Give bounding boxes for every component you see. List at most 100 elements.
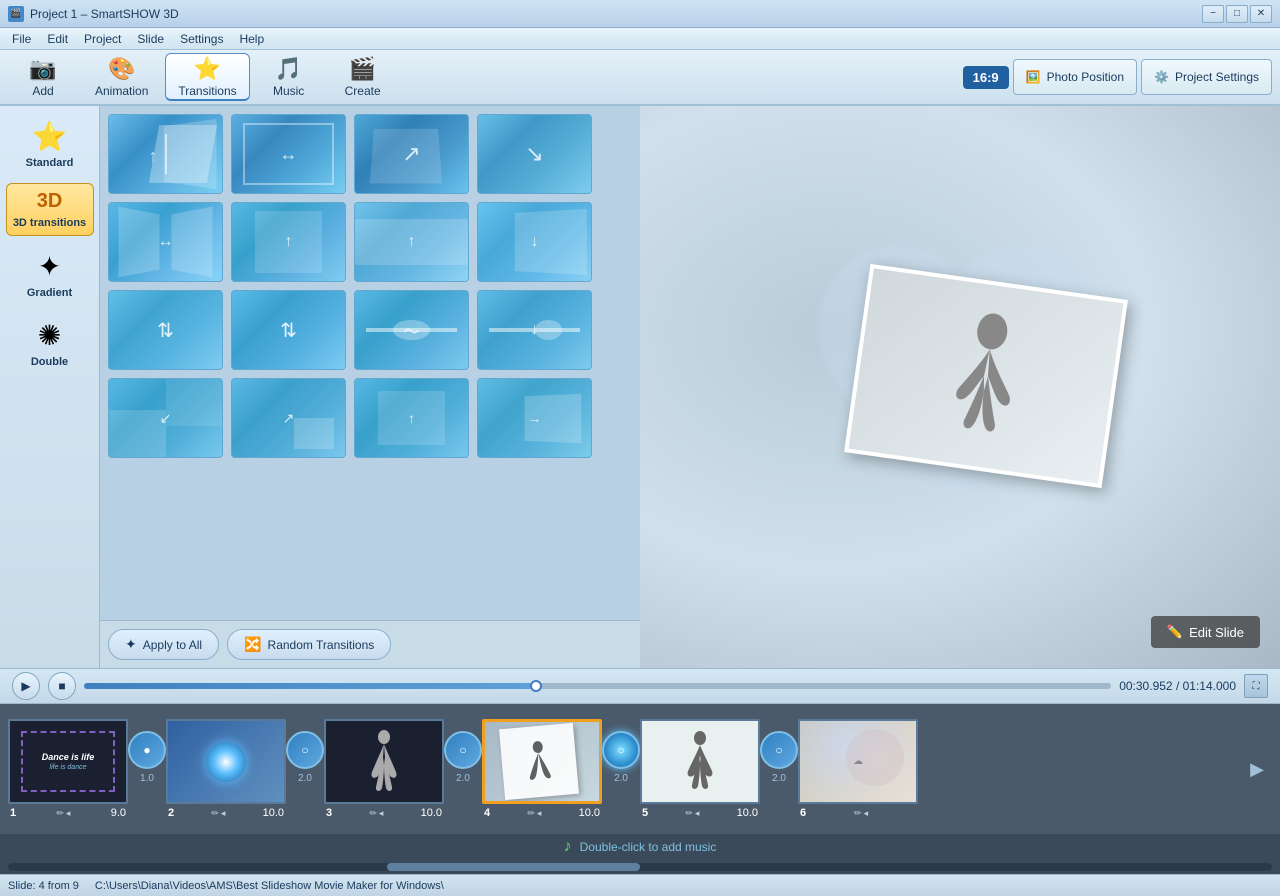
- transitions-icon: ⭐: [194, 56, 221, 82]
- menu-edit[interactable]: Edit: [39, 30, 76, 48]
- transition-thumb-2[interactable]: ↔: [231, 114, 346, 194]
- transition-thumb-12[interactable]: ↓: [477, 290, 592, 370]
- slide-1-icons: ✏ ◂: [56, 808, 70, 819]
- transition-thumb-5[interactable]: ↔: [108, 202, 223, 282]
- transitions-button[interactable]: ⭐ Transitions: [165, 53, 249, 101]
- h-scroll-thumb[interactable]: [387, 863, 640, 871]
- category-standard-label: Standard: [26, 157, 74, 169]
- 3d-icon: 3D: [37, 190, 63, 213]
- category-3d[interactable]: 3D 3D transitions: [6, 183, 94, 236]
- fullscreen-button[interactable]: ⛶: [1244, 674, 1268, 698]
- slide-2-number: 2: [168, 807, 174, 819]
- apply-icon: ✦: [125, 636, 137, 653]
- transition-thumb-4[interactable]: ↘: [477, 114, 592, 194]
- transition-5-6: ○ 2.0: [760, 745, 798, 794]
- transition-thumb-6[interactable]: ↑: [231, 202, 346, 282]
- transition-5-6-duration: 2.0: [772, 773, 786, 784]
- slide-2-icons: ✏ ◂: [211, 808, 225, 819]
- preview-area: ✏️ Edit Slide: [640, 106, 1280, 668]
- categories-sidebar: ⭐ Standard 3D 3D transitions ✦ Gradient …: [0, 106, 100, 668]
- slide-4-icons: ✏ ◂: [527, 808, 541, 819]
- slide-item-3: 3 ✏ ◂ 10.0: [324, 719, 444, 819]
- transition-chip-5-6[interactable]: ○: [760, 731, 798, 769]
- slide-4-duration: 10.0: [579, 807, 600, 819]
- transition-chip-4-5[interactable]: ○: [602, 731, 640, 769]
- transition-thumb-16[interactable]: →: [477, 378, 592, 458]
- slide-info: Slide: 4 from 9: [8, 880, 79, 892]
- slide-thumb-2[interactable]: [166, 719, 286, 804]
- transition-thumb-3[interactable]: ↗: [354, 114, 469, 194]
- music-bar[interactable]: ♪ Double-click to add music: [0, 834, 1280, 860]
- transition-thumb-11[interactable]: 〜: [354, 290, 469, 370]
- close-button[interactable]: ✕: [1250, 5, 1272, 23]
- slide-5-info: 5 ✏ ◂ 10.0: [640, 807, 760, 819]
- arrow-icon-2: ◂: [221, 808, 226, 819]
- transition-thumb-14[interactable]: ↗: [231, 378, 346, 458]
- play-button[interactable]: ▶: [12, 672, 40, 700]
- transition-thumb-9[interactable]: ⇅: [108, 290, 223, 370]
- menu-project[interactable]: Project: [76, 30, 129, 48]
- add-button[interactable]: 📷 Add: [8, 53, 78, 101]
- transition-chip-3-4[interactable]: ○: [444, 731, 482, 769]
- statusbar: Slide: 4 from 9 C:\Users\Diana\Videos\AM…: [0, 874, 1280, 896]
- h-scroll-track[interactable]: [8, 863, 1272, 871]
- slide-thumb-3[interactable]: [324, 719, 444, 804]
- create-button[interactable]: 🎬 Create: [328, 53, 398, 101]
- slide-item-1: Dance is life life is dance 1 ✏ ◂ 9.0: [8, 719, 128, 819]
- transition-thumb-8[interactable]: ↓: [477, 202, 592, 282]
- slide-1-info: 1 ✏ ◂ 9.0: [8, 807, 128, 819]
- photo-position-icon: 🖼️: [1026, 70, 1041, 84]
- add-icon: 📷: [29, 56, 56, 82]
- grid-row-3: ⇅ ⇅ 〜 ↓: [108, 290, 632, 370]
- transition-thumb-7[interactable]: ↑: [354, 202, 469, 282]
- slide-4-info: 4 ✏ ◂ 10.0: [482, 807, 602, 819]
- category-double[interactable]: ✺ Double: [6, 313, 94, 374]
- preview-photo-inner: [848, 268, 1123, 483]
- edit-slide-button[interactable]: ✏️ Edit Slide: [1151, 616, 1260, 648]
- category-gradient[interactable]: ✦ Gradient: [6, 244, 94, 305]
- project-settings-button[interactable]: ⚙️ Project Settings: [1141, 59, 1272, 95]
- slide-item-6: ☁ 6 ✏ ◂: [798, 719, 918, 819]
- random-transitions-button[interactable]: 🔀 Random Transitions: [227, 629, 391, 660]
- category-standard[interactable]: ⭐ Standard: [6, 114, 94, 175]
- pencil-icon-1: ✏: [56, 808, 64, 819]
- transition-thumb-10[interactable]: ⇅: [231, 290, 346, 370]
- progress-thumb[interactable]: [530, 680, 542, 692]
- menu-slide[interactable]: Slide: [129, 30, 172, 48]
- maximize-button[interactable]: □: [1226, 5, 1248, 23]
- slide-1-duration: 9.0: [111, 807, 126, 819]
- transition-thumb-13[interactable]: ↙: [108, 378, 223, 458]
- grid-scroll[interactable]: ↑ ↔ ↗ ↘: [100, 106, 640, 620]
- photo-position-button[interactable]: 🖼️ Photo Position: [1013, 59, 1137, 95]
- grid-row-4: ↙ ↗ ↑ →: [108, 378, 632, 458]
- pencil-icon-3: ✏: [369, 808, 377, 819]
- transition-3-4-duration: 2.0: [456, 773, 470, 784]
- slide-5-duration: 10.0: [737, 807, 758, 819]
- timeline-scroll-right[interactable]: ▶: [1242, 759, 1272, 780]
- transition-1-2-duration: 1.0: [140, 773, 154, 784]
- slide-2-info: 2 ✏ ◂ 10.0: [166, 807, 286, 819]
- menu-file[interactable]: File: [4, 30, 39, 48]
- slide-5-icons: ✏ ◂: [685, 808, 699, 819]
- slide-thumb-1[interactable]: Dance is life life is dance: [8, 719, 128, 804]
- slide-thumb-4[interactable]: [482, 719, 602, 804]
- slide-thumb-5[interactable]: [640, 719, 760, 804]
- transition-4-5-duration: 2.0: [614, 773, 628, 784]
- minimize-button[interactable]: −: [1202, 5, 1224, 23]
- apply-to-all-button[interactable]: ✦ Apply to All: [108, 629, 219, 660]
- transition-chip-1-2[interactable]: ●: [128, 731, 166, 769]
- transition-chip-2-3[interactable]: ○: [286, 731, 324, 769]
- slide-4-number: 4: [484, 807, 490, 819]
- transition-thumb-1[interactable]: ↑: [108, 114, 223, 194]
- slide-thumb-6[interactable]: ☁: [798, 719, 918, 804]
- music-button[interactable]: 🎵 Music: [254, 53, 324, 101]
- slide-6-icons: ✏ ◂: [854, 808, 868, 819]
- progress-track[interactable]: [84, 683, 1111, 689]
- animation-button[interactable]: 🎨 Animation: [82, 53, 161, 101]
- menu-help[interactable]: Help: [231, 30, 272, 48]
- menu-settings[interactable]: Settings: [172, 30, 231, 48]
- progress-fill: [84, 683, 536, 689]
- stop-button[interactable]: ■: [48, 672, 76, 700]
- transition-thumb-15[interactable]: ↑: [354, 378, 469, 458]
- toolbar-right: 16:9 🖼️ Photo Position ⚙️ Project Settin…: [963, 59, 1272, 95]
